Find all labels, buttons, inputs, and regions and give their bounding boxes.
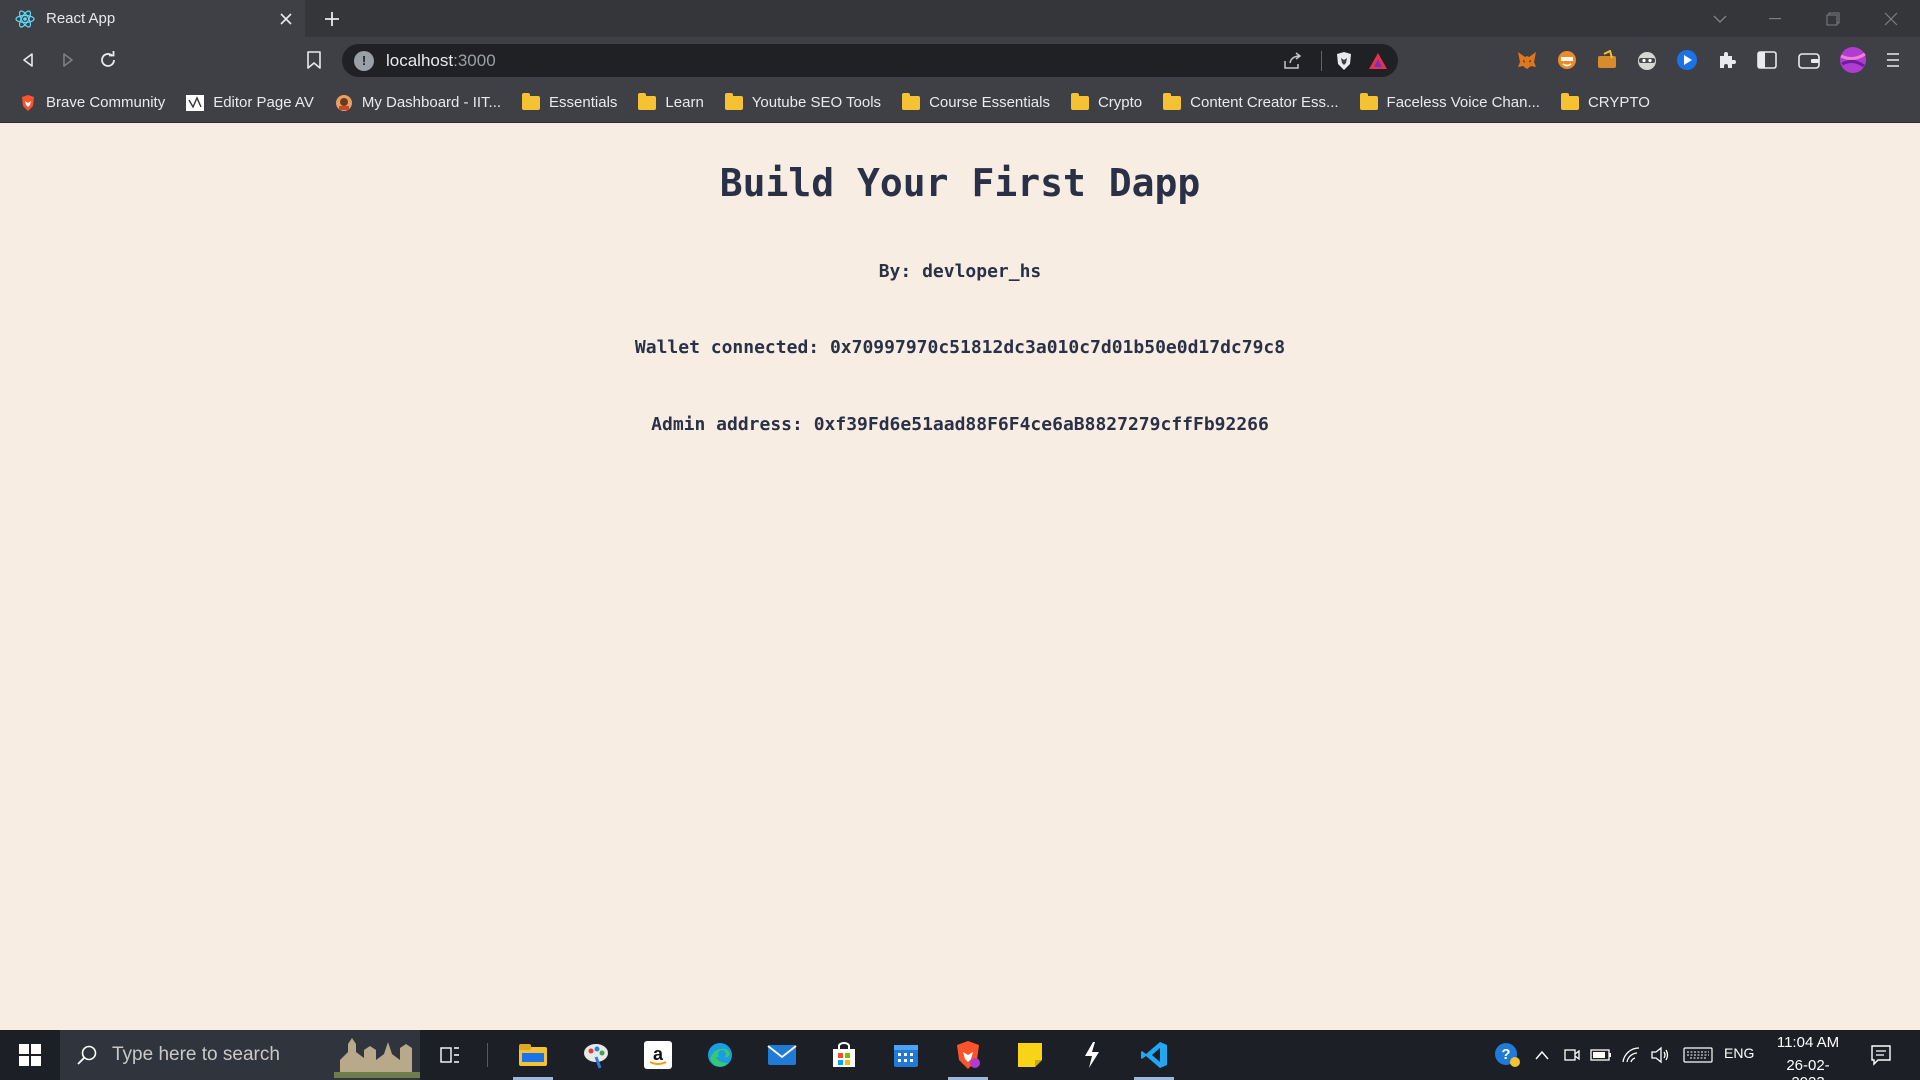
tab-react-app[interactable]: React App — [0, 0, 305, 37]
share-icon[interactable] — [1279, 47, 1307, 75]
start-button[interactable] — [0, 1030, 60, 1080]
bookmark-essentials[interactable]: Essentials — [521, 90, 617, 116]
wallet-icon[interactable] — [1796, 47, 1822, 73]
bookmark-my-dashboard[interactable]: My Dashboard - IIT... — [334, 90, 501, 116]
browser-tab-strip: React App — [0, 0, 1920, 37]
browser-toolbar: ! localhost:3000 — [0, 37, 1920, 83]
windows-taskbar: Type here to search a ? ENG 11:04 AM 26-… — [0, 1030, 1920, 1080]
brave-lion-icon — [18, 94, 38, 112]
bookmark-learn[interactable]: Learn — [637, 90, 704, 116]
folder-icon — [637, 92, 657, 112]
folder-icon — [901, 92, 921, 112]
address-bar[interactable]: ! localhost:3000 — [342, 44, 1398, 77]
mail-app[interactable] — [754, 1030, 810, 1080]
url-text[interactable]: localhost:3000 — [386, 51, 1279, 71]
file-explorer-app[interactable] — [505, 1030, 561, 1080]
close-window-button[interactable] — [1868, 0, 1914, 37]
tab-title: React App — [46, 10, 116, 27]
svg-text:?: ? — [1501, 1046, 1510, 1063]
task-view-button[interactable] — [422, 1030, 478, 1080]
brave-shields-icon[interactable] — [1330, 47, 1358, 75]
language-indicator[interactable]: ENG — [1724, 1045, 1754, 1061]
calendar-app[interactable] — [878, 1030, 934, 1080]
bookmark-icon[interactable] — [300, 46, 328, 74]
folder-icon — [521, 92, 541, 112]
bookmark-youtube-seo-tools[interactable]: Youtube SEO Tools — [724, 90, 881, 116]
site-info-icon[interactable]: ! — [354, 50, 374, 71]
extension-face-icon[interactable] — [1554, 47, 1580, 73]
notification-center-icon[interactable] — [1868, 1042, 1894, 1068]
meet-now-icon[interactable] — [1561, 1044, 1583, 1066]
taskbar-search-box[interactable]: Type here to search — [60, 1030, 420, 1080]
search-highlight-image — [334, 1032, 420, 1078]
battery-icon[interactable] — [1590, 1044, 1612, 1066]
editor-page-icon — [185, 94, 205, 112]
brave-rewards-icon[interactable] — [1364, 47, 1392, 75]
svg-text:a: a — [653, 1044, 664, 1064]
close-tab-icon[interactable] — [273, 6, 299, 32]
profile-avatar[interactable] — [1838, 45, 1868, 75]
extension-raccoon-icon[interactable] — [1634, 47, 1660, 73]
page-content: Build Your First Dapp By: devloper_hs Wa… — [0, 123, 1920, 1030]
folder-icon — [1359, 92, 1379, 112]
menu-icon[interactable] — [1880, 47, 1906, 73]
react-icon — [14, 8, 36, 30]
bookmark-faceless-voice[interactable]: Faceless Voice Chan... — [1359, 90, 1540, 116]
bookmark-course-essentials[interactable]: Course Essentials — [901, 90, 1050, 116]
omnibox-divider — [1321, 50, 1322, 71]
store-app[interactable] — [816, 1030, 872, 1080]
vscode-app[interactable] — [1126, 1030, 1182, 1080]
dashboard-avatar-icon — [334, 94, 354, 112]
author-text: By: devloper_hs — [878, 261, 1042, 282]
sidebar-toggle-icon[interactable] — [1754, 47, 1780, 73]
extension-play-icon[interactable] — [1674, 47, 1700, 73]
bookmark-crypto-upper[interactable]: CRYPTO — [1560, 90, 1650, 116]
show-hidden-icons-chevron-icon[interactable] — [1531, 1044, 1553, 1066]
folder-icon — [1560, 92, 1580, 112]
tab-search-chevron-icon[interactable] — [1697, 0, 1743, 37]
edge-app[interactable] — [692, 1030, 748, 1080]
new-tab-button[interactable] — [318, 5, 346, 33]
restore-button[interactable] — [1810, 0, 1856, 37]
paint-app[interactable] — [568, 1030, 624, 1080]
clock-date[interactable]: 26-02-2023 — [1770, 1057, 1846, 1080]
brave-browser-app[interactable] — [940, 1030, 996, 1080]
search-placeholder: Type here to search — [112, 1044, 280, 1065]
bookmark-editor-page-av[interactable]: Editor Page AV — [185, 90, 314, 116]
admin-address-text: Admin address: 0xf39Fd6e51aad88F6F4ce6aB… — [651, 414, 1269, 435]
taskbar-divider — [487, 1043, 488, 1067]
folder-icon — [1162, 92, 1182, 112]
wifi-icon[interactable] — [1620, 1044, 1642, 1066]
extensions-puzzle-icon[interactable] — [1714, 47, 1740, 73]
extension-folder-icon[interactable] — [1594, 47, 1620, 73]
bolt-app[interactable] — [1064, 1030, 1120, 1080]
forward-button[interactable] — [54, 46, 82, 74]
keyboard-icon[interactable] — [1682, 1044, 1714, 1066]
minimize-button[interactable] — [1752, 0, 1798, 37]
reload-button[interactable] — [94, 46, 122, 74]
sticky-notes-app[interactable] — [1002, 1030, 1058, 1080]
back-button[interactable] — [14, 46, 42, 74]
clock-time[interactable]: 11:04 AM — [1776, 1034, 1840, 1051]
folder-icon — [1070, 92, 1090, 112]
amazon-app[interactable]: a — [630, 1030, 686, 1080]
help-icon[interactable]: ? — [1493, 1041, 1521, 1069]
bookmark-brave-community[interactable]: Brave Community — [18, 90, 165, 116]
bookmark-crypto[interactable]: Crypto — [1070, 90, 1142, 116]
volume-icon[interactable] — [1649, 1044, 1671, 1066]
windows-logo-icon — [19, 1044, 41, 1066]
search-icon — [77, 1045, 97, 1065]
bookmarks-bar: Brave Community Editor Page AV My Dashbo… — [0, 83, 1920, 123]
folder-icon — [724, 92, 744, 112]
metamask-icon[interactable] — [1514, 47, 1540, 73]
page-title: Build Your First Dapp — [719, 161, 1201, 205]
bookmark-content-creator[interactable]: Content Creator Ess... — [1162, 90, 1339, 116]
wallet-connected-text: Wallet connected: 0x70997970c51812dc3a01… — [634, 337, 1286, 358]
